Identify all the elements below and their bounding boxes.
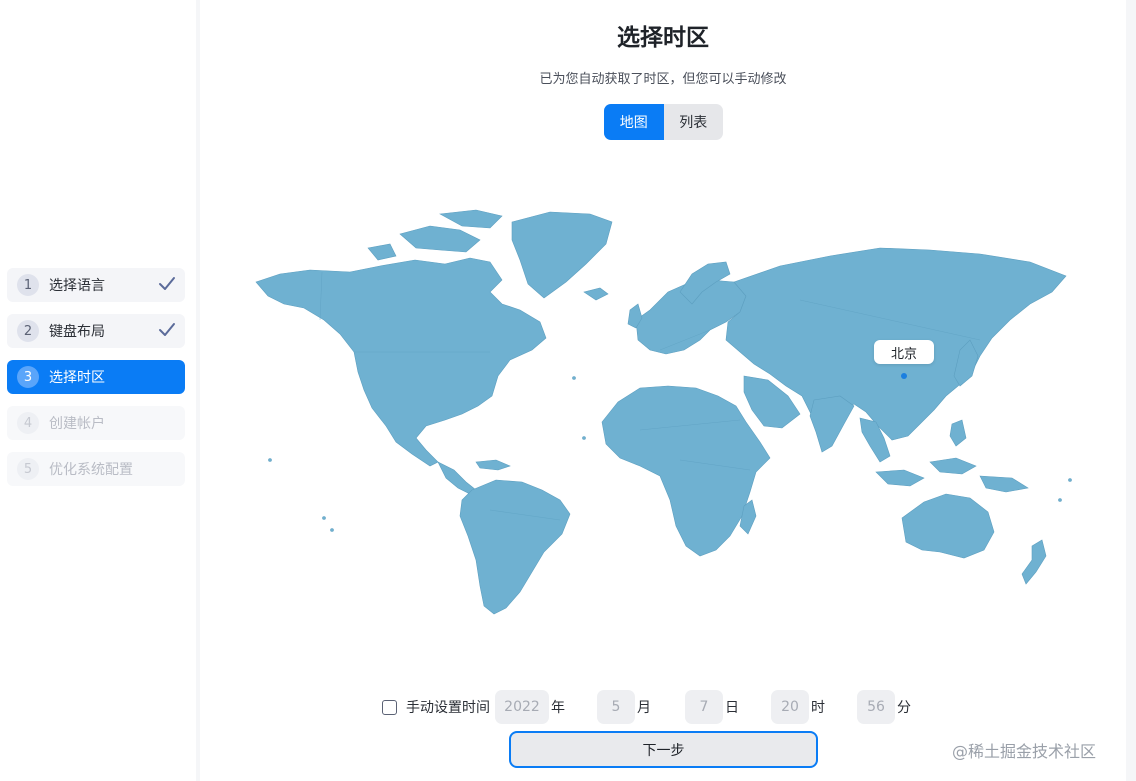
pacific-island [268, 458, 272, 462]
next-button[interactable]: 下一步 [509, 731, 818, 768]
world-map[interactable] [240, 200, 1090, 630]
step-label: 选择时区 [49, 370, 105, 386]
step-label: 创建帐户 [49, 416, 105, 432]
page-subtitle: 已为您自动获取了时区，但您可以手动修改 [539, 72, 787, 87]
step-keyboard[interactable]: 2 键盘布局 [7, 314, 185, 348]
world-map-graphic[interactable] [240, 200, 1090, 630]
step-account: 4 创建帐户 [7, 406, 185, 440]
step-label: 键盘布局 [49, 324, 105, 340]
checkmark-icon [159, 323, 175, 336]
selected-city-label: 北京 [874, 340, 934, 364]
step-number: 4 [17, 412, 39, 434]
pacific-island [1058, 498, 1062, 502]
day-unit: 日 [725, 700, 739, 716]
philippines-shape [949, 419, 967, 447]
north-america-shape [255, 257, 547, 467]
month-input[interactable]: 5 [597, 690, 635, 724]
list-view-tab[interactable]: 列表 [664, 104, 724, 140]
india-shape [809, 395, 855, 453]
step-label: 选择语言 [49, 278, 105, 294]
step-optimize: 5 优化系统配置 [7, 452, 185, 486]
year-input[interactable]: 2022 [495, 690, 549, 724]
pacific-island [1068, 478, 1072, 482]
minute-input[interactable]: 56 [857, 690, 895, 724]
atlantic-island [582, 436, 586, 440]
step-number: 2 [17, 320, 39, 342]
manual-time-label: 手动设置时间 [406, 700, 490, 716]
year-unit: 年 [551, 700, 565, 716]
australia-shape [901, 493, 995, 559]
arctic-islands-shape [367, 209, 503, 261]
pacific-island [330, 528, 334, 532]
minute-unit: 分 [897, 700, 911, 716]
central-america-shape [437, 461, 477, 495]
pacific-island [322, 516, 326, 520]
iceland-shape [583, 287, 609, 301]
hour-input[interactable]: 20 [771, 690, 809, 724]
south-america-shape [459, 479, 571, 615]
month-unit: 月 [637, 700, 651, 716]
selected-city-marker[interactable] [901, 373, 907, 379]
indonesia-shape [875, 457, 1029, 493]
watermark-text: @稀土掘金技术社区 [952, 742, 1097, 761]
step-number: 3 [17, 366, 39, 388]
atlantic-island [572, 376, 576, 380]
setup-steps-sidebar: 1 选择语言 2 键盘布局 3 选择时区 4 创建帐户 5 优化系统配置 [0, 0, 196, 781]
main-panel: 选择时区 已为您自动获取了时区，但您可以手动修改 地图 列表 北京 手动设置时间… [200, 0, 1126, 781]
manual-time-row: 手动设置时间 2022 年 5 月 7 日 20 时 56 分 [382, 689, 913, 725]
step-number: 1 [17, 274, 39, 296]
step-timezone[interactable]: 3 选择时区 [7, 360, 185, 394]
step-number: 5 [17, 458, 39, 480]
checkmark-icon [159, 277, 175, 290]
view-toggle: 地图 列表 [604, 104, 723, 140]
caribbean-shape [475, 459, 511, 471]
new-zealand-shape [1021, 539, 1047, 585]
manual-time-checkbox[interactable] [382, 699, 397, 715]
hour-unit: 时 [811, 700, 825, 716]
day-input[interactable]: 7 [685, 690, 723, 724]
greenland-shape [511, 211, 613, 299]
page-title: 选择时区 [617, 25, 709, 51]
step-label: 优化系统配置 [49, 462, 133, 478]
map-view-tab[interactable]: 地图 [604, 104, 664, 140]
step-language[interactable]: 1 选择语言 [7, 268, 185, 302]
